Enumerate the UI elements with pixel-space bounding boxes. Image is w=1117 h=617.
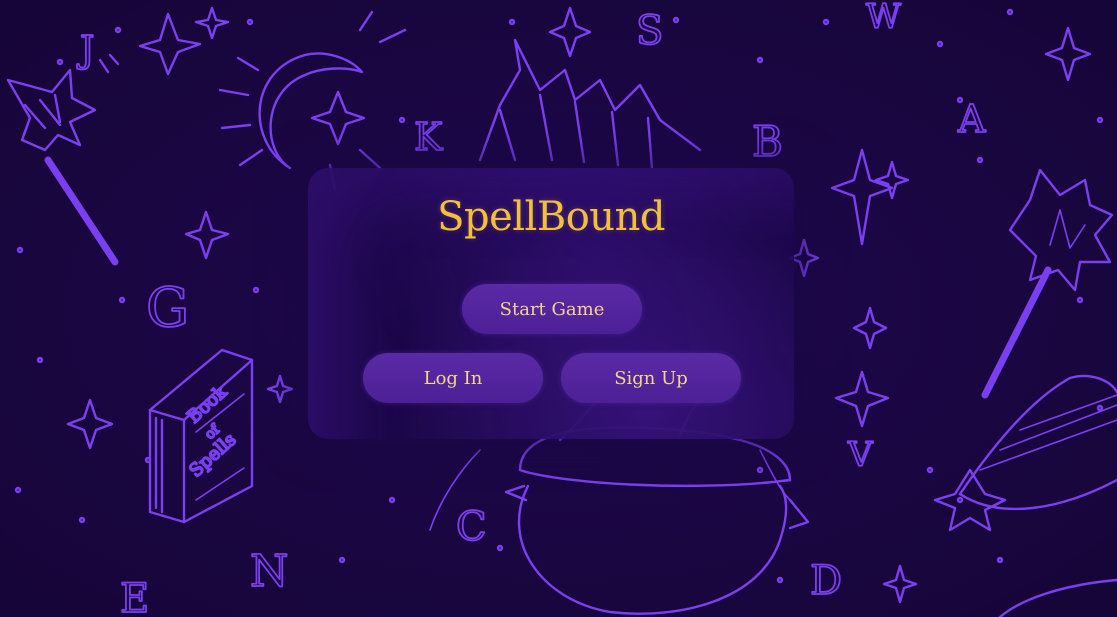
swirl-doodle	[998, 578, 1117, 617]
doodle-letter-b: B	[752, 117, 783, 166]
doodle-letter-v: V	[847, 435, 874, 475]
book-icon: Book of Spells	[148, 348, 254, 524]
doodle-letter-j: J	[76, 30, 94, 71]
sign-up-button[interactable]: Sign Up	[561, 353, 741, 403]
doodle-letter-s: S	[636, 8, 663, 54]
doodle-letter-e: E	[120, 576, 149, 617]
doodle-letter-w: W	[866, 0, 901, 37]
menu-panel: SpellBound Start Game Log In Sign Up	[308, 168, 794, 439]
doodle-letter-c: C	[456, 504, 487, 550]
doodle-letter-d: D	[810, 558, 842, 604]
doodle-letter-n: N	[250, 546, 289, 597]
start-game-button[interactable]: Start Game	[462, 284, 642, 334]
app-title-part1: Spell	[437, 194, 537, 240]
witch-hat-icon	[478, 38, 702, 170]
svg-text:Book: Book	[183, 381, 232, 428]
moon-rays	[218, 10, 407, 192]
doodle-letter-a: A	[957, 97, 986, 141]
doodle-letter-k: K	[414, 115, 443, 159]
app-title-part2: Bound	[536, 194, 666, 240]
doodle-letter-g: G	[146, 276, 189, 339]
wand-icon-right	[981, 168, 1114, 399]
login-screen: J S W K B A G V C N D E Book of Spells S…	[0, 0, 1117, 617]
wand-icon-left	[6, 53, 120, 266]
broom-icon	[933, 374, 1117, 532]
log-in-button[interactable]: Log In	[363, 353, 543, 403]
app-title: SpellBound	[308, 194, 794, 240]
